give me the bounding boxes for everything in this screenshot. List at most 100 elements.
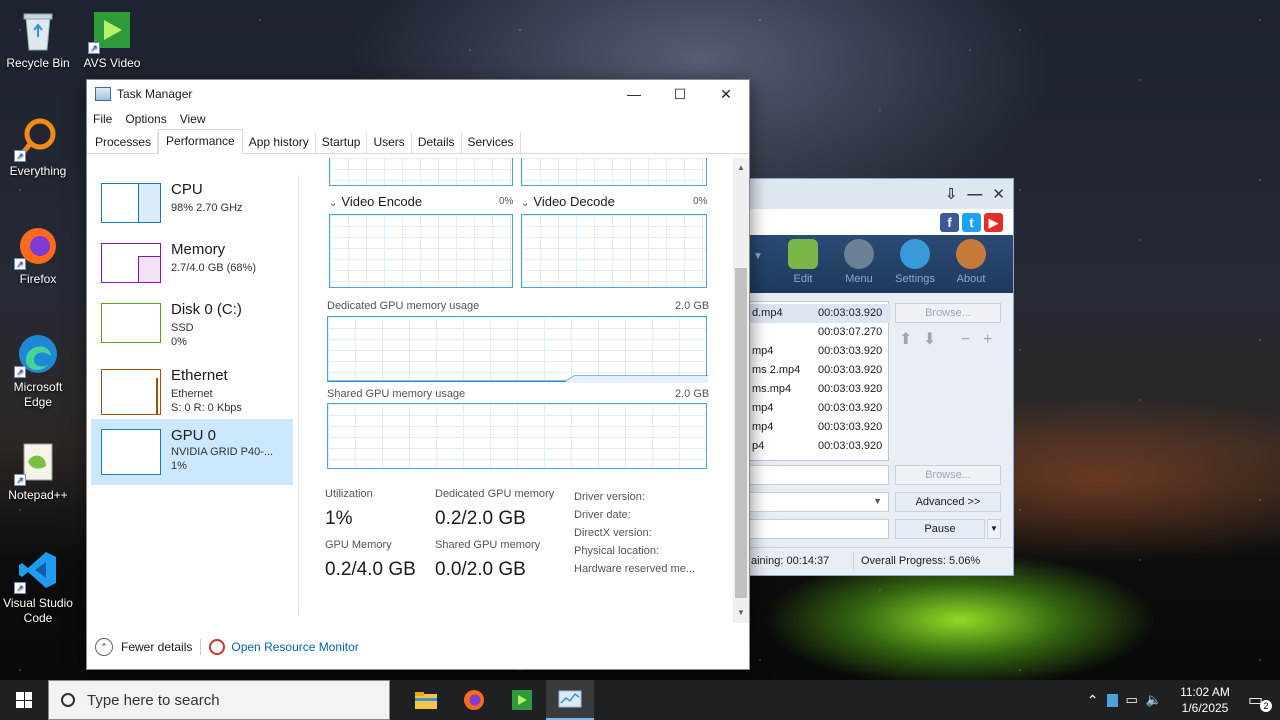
browse-source-button[interactable]: Browse... (895, 303, 1001, 323)
volume-muted-icon[interactable]: 🔈 (1146, 692, 1162, 708)
scroll-thumb[interactable] (735, 268, 747, 598)
tab-performance[interactable]: Performance (158, 129, 243, 154)
edit-button[interactable]: Edit (777, 239, 829, 285)
pause-dropdown-icon[interactable]: ▼ (987, 519, 1001, 539)
menu-button[interactable]: Menu (833, 239, 885, 285)
show-hidden-icons-icon[interactable]: ⌃ (1087, 692, 1099, 709)
scroll-down-icon[interactable]: ▼ (733, 605, 749, 621)
start-button[interactable] (0, 680, 48, 720)
resource-item-gpu[interactable]: GPU 0 NVIDIA GRID P40-... 1% (91, 419, 293, 485)
avs-converter-window[interactable]: ⇩ — ✕ f t ▶ ▼ Edit Menu Settings About d… (748, 178, 1014, 576)
taskbar-file-explorer[interactable] (402, 680, 450, 720)
pause-button[interactable]: Pause (895, 519, 985, 539)
resource-item-memory[interactable]: Memory 2.7/4.0 GB (68%) (91, 235, 293, 299)
list-item[interactable]: mp4 00:03:03.920 (750, 399, 890, 418)
file-duration: 00:03:03.920 (818, 421, 883, 433)
file-duration: 00:03:03.920 (818, 383, 883, 395)
disk-type: SSD (171, 322, 194, 334)
resource-item-disk[interactable]: Disk 0 (C:) SSD 0% (91, 295, 293, 359)
desktop-icon-avs-video[interactable]: ↗ AVS Video (74, 8, 150, 71)
file-name: ms 2.mp4 (752, 364, 801, 376)
task-manager-window[interactable]: Task Manager — ☐ ✕ File Options View Pro… (86, 79, 750, 670)
notification-center-icon[interactable]: ▭ 2 (1248, 690, 1272, 712)
clock[interactable]: 11:02 AM 1/6/2025 (1170, 684, 1240, 716)
list-item[interactable]: ms.mp4 00:03:03.920 (750, 380, 890, 399)
taskbar-avs-video[interactable] (498, 680, 546, 720)
tab-app-history[interactable]: App history (243, 132, 316, 153)
profile-select[interactable]: ▼ (749, 492, 889, 512)
minimize-button[interactable]: — (611, 80, 657, 108)
desktop-icon-everything[interactable]: ↗ Everything (0, 116, 76, 179)
resource-monitor-icon[interactable] (209, 639, 226, 655)
desktop-icon-firefox[interactable]: ↗ Firefox (0, 224, 76, 287)
desktop-icon-label: Recycle Bin (6, 56, 70, 70)
move-down-icon[interactable]: ⬇ (923, 331, 936, 349)
edit-label: Edit (793, 273, 813, 285)
utilization-value: 1% (325, 508, 353, 529)
video-encode-selector[interactable]: ⌄ Video Encode (329, 194, 422, 209)
tab-startup[interactable]: Startup (316, 132, 368, 153)
list-item[interactable]: 00:03:07.270 (750, 323, 890, 342)
menu-view[interactable]: View (180, 112, 206, 126)
fewer-details-link[interactable]: Fewer details (121, 640, 192, 654)
pin-icon[interactable]: ⇩ (945, 185, 958, 203)
desktop-icon-microsoft-edge[interactable]: ↗ Microsoft Edge (0, 332, 76, 410)
footer-divider (200, 639, 202, 655)
settings-button[interactable]: Settings (889, 239, 941, 285)
pane-divider[interactable] (298, 175, 299, 615)
tab-processes[interactable]: Processes (89, 132, 159, 153)
youtube-icon[interactable]: ▶ (984, 212, 1003, 232)
move-up-icon[interactable]: ⬆ (899, 331, 912, 349)
resource-item-ethernet[interactable]: Ethernet Ethernet S: 0 R: 0 Kbps (91, 361, 293, 425)
graph-percent: 0% (693, 196, 708, 207)
add-icon[interactable]: + (983, 331, 992, 349)
desktop-icon-vscode[interactable]: ↗ Visual Studio Code (0, 548, 76, 626)
desktop-icon-notepadpp[interactable]: ↗ Notepad++ (0, 440, 76, 503)
desktop-icon-recycle-bin[interactable]: Recycle Bin (0, 8, 76, 71)
list-item[interactable]: p4 00:03:03.920 (750, 437, 890, 456)
tab-users[interactable]: Users (367, 132, 412, 153)
list-item[interactable]: ms 2.mp4 00:03:03.920 (750, 361, 890, 380)
driver-info: Driver version: Driver date: DirectX ver… (574, 488, 695, 578)
tab-details[interactable]: Details (412, 132, 462, 153)
menu-icon (844, 239, 874, 269)
close-button[interactable]: ✕ (703, 80, 749, 108)
list-item[interactable]: d.mp4 00:03:03.920 (750, 304, 890, 323)
scroll-up-icon[interactable]: ▲ (733, 160, 749, 176)
shared-memory-graph-label: Shared GPU memory usage (327, 388, 466, 400)
disk-usage: 0% (171, 336, 187, 348)
desktop-icon-label: Firefox (19, 272, 57, 286)
output-folder-field[interactable] (749, 465, 889, 485)
taskbar-task-manager[interactable] (546, 680, 594, 720)
file-duration: 00:03:07.270 (818, 326, 883, 338)
minimize-icon[interactable]: — (967, 186, 982, 203)
about-button[interactable]: About (945, 239, 997, 285)
facebook-icon[interactable]: f (940, 212, 959, 232)
taskbar-firefox[interactable] (450, 680, 498, 720)
network-icon[interactable]: ▭ (1126, 692, 1138, 708)
output-name-field[interactable] (749, 519, 889, 539)
taskbar-search-box[interactable]: Type here to search (48, 680, 390, 720)
shortcut-arrow-icon: ↗ (14, 474, 26, 486)
twitter-icon[interactable]: t (962, 212, 981, 232)
advanced-button[interactable]: Advanced >> (895, 492, 1001, 512)
avs-file-list[interactable]: d.mp4 00:03:03.920 00:03:07.270 mp4 00:03:… (749, 301, 890, 461)
resource-item-cpu[interactable]: CPU 98% 2.70 GHz (91, 175, 293, 239)
dropdown-arrow-icon[interactable]: ▼ (753, 251, 763, 262)
close-icon[interactable]: ✕ (992, 185, 1005, 203)
list-item[interactable]: mp4 00:03:03.920 (750, 418, 890, 437)
menu-file[interactable]: File (93, 112, 112, 126)
video-decode-selector[interactable]: ⌄ Video Decode (521, 194, 615, 209)
maximize-button[interactable]: ☐ (657, 80, 703, 108)
resource-detail: 98% 2.70 GHz (171, 202, 243, 214)
open-resource-monitor-link[interactable]: Open Resource Monitor (231, 640, 358, 654)
remove-icon[interactable]: − (961, 331, 970, 349)
browse-output-button[interactable]: Browse... (895, 465, 1001, 485)
tab-services[interactable]: Services (462, 132, 521, 153)
chevron-up-icon[interactable]: ⌃ (95, 638, 113, 656)
vertical-scrollbar[interactable]: ▲ ▼ (733, 158, 749, 623)
list-item[interactable]: mp4 00:03:03.920 (750, 342, 890, 361)
tray-app-icon[interactable] (1106, 693, 1118, 707)
shortcut-arrow-icon: ↗ (88, 42, 100, 54)
menu-options[interactable]: Options (125, 112, 166, 126)
